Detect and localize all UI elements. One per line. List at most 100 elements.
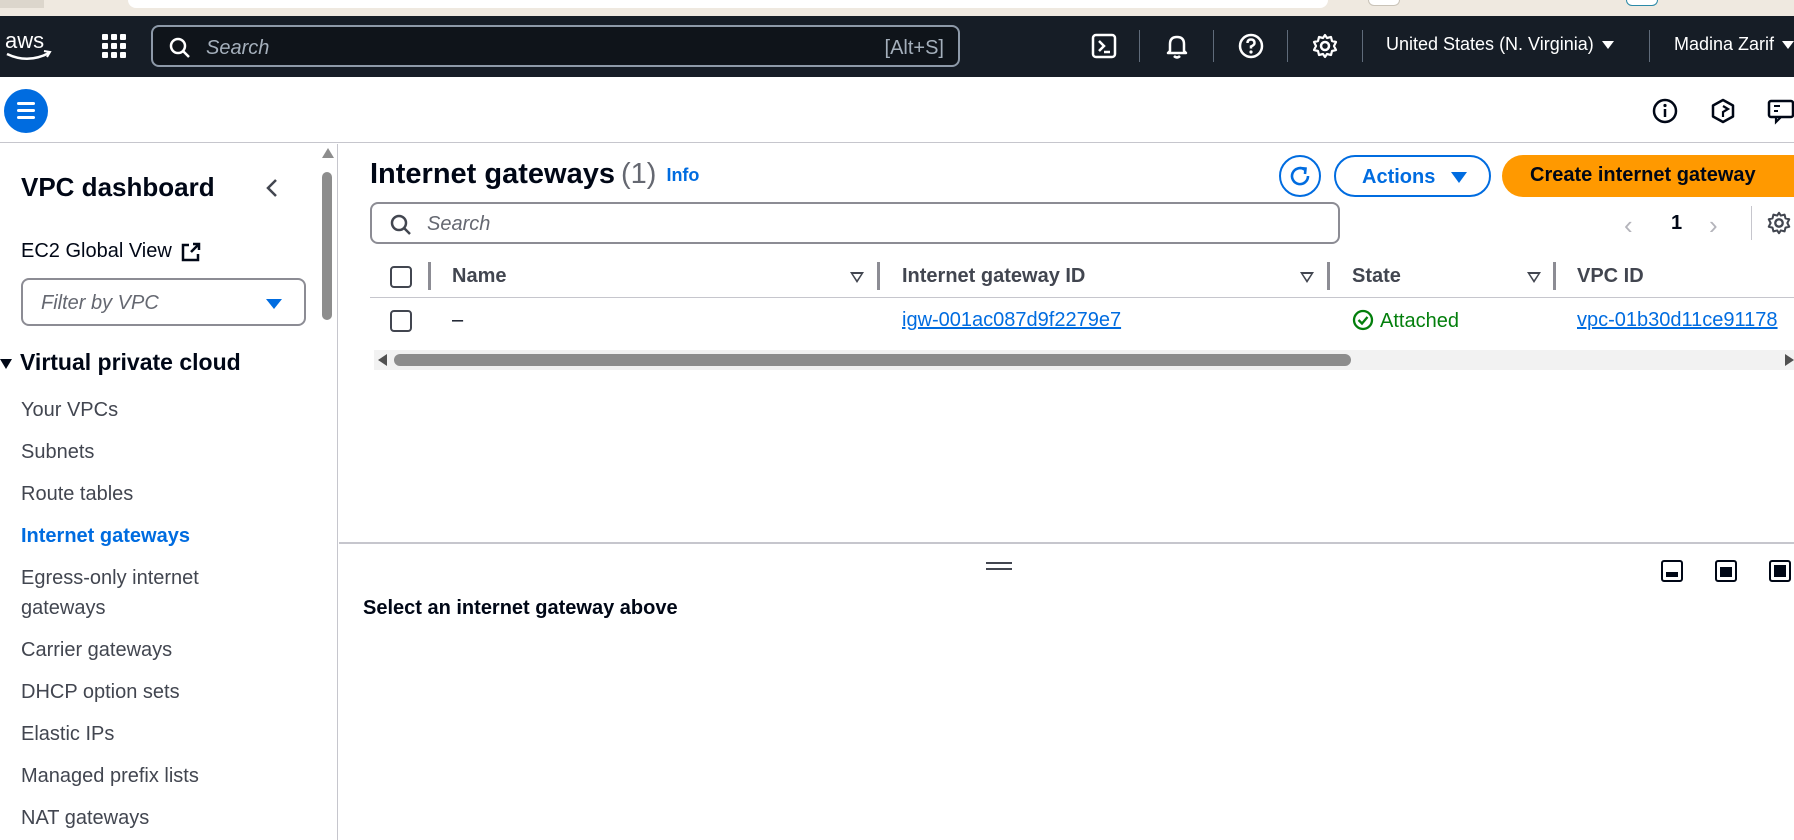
aws-logo[interactable]: aws <box>4 26 54 66</box>
nav-separator <box>1287 30 1288 62</box>
page-title: Internet gateways <box>370 158 615 190</box>
sidebar-item-carrier-gateways[interactable]: Carrier gateways <box>21 635 172 665</box>
console-subheader <box>0 77 1794 143</box>
sidebar-item-egress-only-internet-gateways-wrap[interactable]: gateways <box>21 593 106 623</box>
previous-page-icon[interactable]: ‹ <box>1624 210 1633 241</box>
current-page[interactable]: 1 <box>1671 212 1682 235</box>
column-divider[interactable] <box>877 262 880 290</box>
global-search-input[interactable]: Search [Alt+S] <box>151 25 960 67</box>
sidebar-item-your-vpcs[interactable]: Your VPCs <box>21 395 118 425</box>
cell-gateway-id-link[interactable]: igw-001ac087d9f2279e7 <box>902 309 1121 332</box>
column-divider[interactable] <box>1553 262 1556 290</box>
external-link-icon <box>181 242 201 261</box>
sort-icon[interactable] <box>1527 272 1541 283</box>
page-header: Internet gateways (1) Info <box>370 158 699 191</box>
help-icon[interactable] <box>1237 32 1265 60</box>
sort-icon[interactable] <box>850 272 864 283</box>
pager-separator <box>1751 206 1752 240</box>
sidebar-title[interactable]: VPC dashboard <box>21 172 215 203</box>
scroll-right-arrow[interactable] <box>1785 354 1794 366</box>
table-row[interactable]: – igw-001ac087d9f2279e7 Attached vpc-01b… <box>370 299 1794 343</box>
column-divider[interactable] <box>1327 262 1330 290</box>
scroll-left-arrow[interactable] <box>378 354 387 366</box>
table-search-input[interactable]: Search <box>370 202 1340 244</box>
column-header-gateway-id[interactable]: Internet gateway ID <box>902 265 1085 288</box>
sidebar-item-route-tables[interactable]: Route tables <box>21 479 133 509</box>
panel-position-bottom-icon[interactable] <box>1661 560 1683 582</box>
sort-icon[interactable] <box>1300 272 1314 283</box>
ec2-global-view-link[interactable]: EC2 Global View <box>21 240 202 263</box>
state-label: Attached <box>1380 310 1459 332</box>
account-menu[interactable]: Madina Zarif <box>1674 34 1794 55</box>
row-checkbox[interactable] <box>390 310 412 332</box>
select-all-checkbox[interactable] <box>390 266 412 288</box>
cell-state: Attached <box>1352 309 1459 333</box>
feedback-icon[interactable] <box>1766 97 1794 125</box>
caret-down-icon <box>266 299 282 309</box>
column-header-state[interactable]: State <box>1352 265 1401 288</box>
column-header-name[interactable]: Name <box>452 265 506 288</box>
nav-separator <box>1139 30 1140 62</box>
cloudshell-icon[interactable] <box>1090 32 1118 60</box>
browser-chrome-strip <box>0 0 1794 16</box>
browser-profile-edge <box>1368 0 1400 6</box>
section-label: Virtual private cloud <box>20 349 241 375</box>
bell-icon[interactable] <box>1163 32 1191 60</box>
panel-position-side-icon[interactable] <box>1715 560 1737 582</box>
item-count: (1) <box>620 158 657 190</box>
sidebar-item-egress-only-internet-gateways[interactable]: Egress-only internet <box>21 563 199 593</box>
next-page-icon[interactable]: › <box>1709 210 1718 241</box>
collapse-sidebar-icon[interactable] <box>262 176 282 200</box>
info-link[interactable]: Info <box>666 165 699 185</box>
region-selector[interactable]: United States (N. Virginia) <box>1386 34 1614 55</box>
internet-gateways-table: Name Internet gateway ID State VPC ID – … <box>370 256 1794 362</box>
caret-down-icon <box>0 358 12 369</box>
sidebar-item-subnets[interactable]: Subnets <box>21 437 94 467</box>
side-navigation-toggle[interactable] <box>4 89 48 133</box>
split-panel-resize-handle[interactable] <box>986 562 1012 572</box>
cell-vpc-id-link[interactable]: vpc-01b30d11ce91178 <box>1577 309 1778 332</box>
table-horizontal-scrollbar[interactable] <box>374 350 1794 370</box>
panel-position-full-icon[interactable] <box>1769 560 1791 582</box>
sidebar-item-dhcp-option-sets[interactable]: DHCP option sets <box>21 677 180 707</box>
section-virtual-private-cloud[interactable]: Virtual private cloud <box>0 349 241 376</box>
settings-icon[interactable] <box>1311 32 1339 60</box>
search-icon <box>169 37 190 58</box>
top-navigation: aws Search [Alt+S] United States (N. Vir… <box>0 16 1794 77</box>
side-navigation: VPC dashboard EC2 Global View Filter by … <box>0 144 338 840</box>
sidebar-item-elastic-ips[interactable]: Elastic IPs <box>21 719 114 749</box>
scrollbar-thumb[interactable] <box>322 172 332 320</box>
sidebar-item-managed-prefix-lists[interactable]: Managed prefix lists <box>21 761 199 791</box>
sidebar-item-internet-gateways[interactable]: Internet gateways <box>21 521 190 551</box>
sidebar-scrollbar[interactable] <box>321 148 334 840</box>
refresh-icon <box>1290 166 1310 186</box>
split-panel-message: Select an internet gateway above <box>363 597 678 619</box>
info-icon[interactable] <box>1651 97 1679 125</box>
table-preferences-gear-icon[interactable] <box>1766 210 1792 236</box>
nav-separator <box>1213 30 1214 62</box>
ec2-global-view-label: EC2 Global View <box>21 240 172 262</box>
global-search-placeholder: Search <box>206 37 270 59</box>
refresh-button[interactable] <box>1279 155 1321 197</box>
hexagon-icon[interactable] <box>1709 97 1737 125</box>
services-grid-icon[interactable] <box>100 32 126 58</box>
search-shortcut-hint: [Alt+S] <box>884 37 944 59</box>
create-internet-gateway-button[interactable]: Create internet gateway <box>1502 155 1794 197</box>
success-check-icon <box>1352 309 1374 331</box>
browser-tab-edge <box>0 0 44 8</box>
column-header-vpc-id[interactable]: VPC ID <box>1577 265 1644 288</box>
region-label: United States (N. Virginia) <box>1386 34 1594 54</box>
sidebar-item-nat-gateways[interactable]: NAT gateways <box>21 803 149 833</box>
filter-by-vpc-select[interactable]: Filter by VPC <box>21 278 306 326</box>
pagination: ‹ 1 › <box>1624 206 1794 240</box>
search-icon <box>390 214 411 235</box>
browser-extension-edge <box>1626 0 1658 6</box>
nav-separator <box>1362 30 1363 62</box>
scrollbar-thumb[interactable] <box>394 354 1351 366</box>
actions-dropdown-button[interactable]: Actions <box>1334 155 1491 197</box>
cell-name: – <box>452 309 464 331</box>
scroll-up-arrow[interactable] <box>322 148 334 158</box>
table-header: Name Internet gateway ID State VPC ID <box>370 256 1794 298</box>
caret-down-icon <box>1782 41 1794 50</box>
caret-down-icon <box>1451 172 1468 184</box>
